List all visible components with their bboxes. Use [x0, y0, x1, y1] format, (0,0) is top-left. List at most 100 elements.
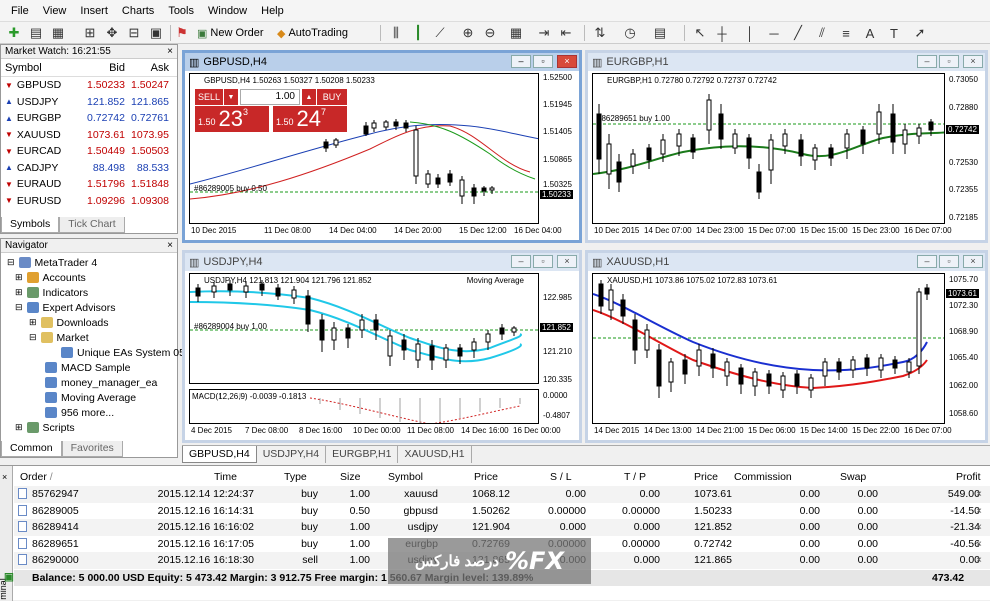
chart-window-gbpusd[interactable]: ▥ GBPUSD,H4 – ▫ × GBPUSD,H4 1.50263 1.50… — [182, 50, 582, 243]
col-tp[interactable]: T / P — [624, 471, 646, 483]
horizontal-line-icon[interactable]: ─ — [764, 24, 784, 42]
col-order[interactable]: Order / — [20, 471, 53, 483]
close-order-icon[interactable]: × — [976, 521, 982, 533]
line-chart-icon[interactable]: ⟋ — [430, 24, 450, 42]
nav-expert-advisors[interactable]: ⊟ Expert Advisors — [15, 300, 116, 315]
sell-price-button[interactable]: 1.50 23 3 — [195, 106, 269, 132]
tab-xauusd[interactable]: XAUUSD,H1 — [398, 446, 472, 463]
nav-accounts[interactable]: ⊞ Accounts — [15, 270, 86, 285]
minimize-icon[interactable]: – — [511, 255, 531, 268]
maximize-icon[interactable]: ▫ — [533, 255, 553, 268]
chart-window-usdjpy[interactable]: ▥ USDJPY,H4 – ▫ × USDJPY,H4 121.813 121.… — [182, 250, 582, 443]
tester-icon[interactable]: ▣ — [146, 24, 166, 42]
arrows-icon[interactable]: ➚ — [910, 24, 930, 42]
tab-eurgbp[interactable]: EURGBP,H1 — [326, 446, 399, 463]
col-time[interactable]: Time — [214, 471, 237, 483]
indicators-icon[interactable]: ⇅ — [590, 24, 610, 42]
autoscroll-icon[interactable]: ⇥ — [534, 24, 554, 42]
chart-shift-icon[interactable]: ⇤ — [556, 24, 576, 42]
chevron-down-icon[interactable]: ▼ — [224, 89, 238, 105]
autotrading-button[interactable]: ◆ AutoTrading — [274, 24, 351, 42]
menu-window[interactable]: Window — [201, 5, 254, 17]
close-order-icon[interactable]: × — [976, 554, 982, 566]
tab-symbols[interactable]: Symbols — [1, 217, 60, 233]
market-watch-row[interactable]: ▼ EURCAD 1.50449 1.50503 — [1, 143, 177, 160]
order-row[interactable]: 86289414 2015.12.16 16:16:02 buy 1.00 usdjpy… — [14, 519, 990, 536]
zoom-in-icon[interactable]: ⊕ — [458, 24, 478, 42]
label-icon[interactable]: T — [884, 24, 904, 42]
tile-windows-icon[interactable]: ▦ — [506, 24, 526, 42]
menu-tools[interactable]: Tools — [161, 5, 201, 17]
history-icon[interactable]: ⚑ — [172, 24, 192, 42]
candlestick-icon[interactable]: ┃ — [408, 24, 428, 42]
close-icon[interactable]: × — [2, 472, 7, 482]
nav-moving-average[interactable]: Moving Average — [45, 390, 136, 405]
nav-indicators[interactable]: ⊞ Indicators — [15, 285, 88, 300]
col-swap[interactable]: Swap — [840, 471, 866, 483]
chevron-up-icon[interactable]: ▲ — [302, 89, 316, 105]
close-icon[interactable]: × — [963, 55, 983, 68]
market-watch-row[interactable]: ▲ USDJPY 121.852 121.865 — [1, 94, 177, 111]
nav-downloads[interactable]: ⊞ Downloads — [29, 315, 109, 330]
templates-icon[interactable]: ▤ — [650, 24, 670, 42]
lot-size-input[interactable]: 1.00 — [240, 89, 300, 105]
col-price[interactable]: Price — [474, 471, 498, 483]
col-size[interactable]: Size — [340, 471, 360, 483]
nav-scripts[interactable]: ⊞ Scripts — [15, 420, 75, 435]
tab-favorites[interactable]: Favorites — [61, 441, 123, 457]
market-watch-row[interactable]: ▲ EURGBP 0.72742 0.72761 — [1, 110, 177, 127]
chart-window-xauusd[interactable]: ▥ XAUUSD,H1 – ▫ × XAUUSD,H1 1073.86 1075… — [585, 250, 988, 443]
col-sl[interactable]: S / L — [550, 471, 572, 483]
menu-charts[interactable]: Charts — [115, 5, 161, 17]
minimize-icon[interactable]: – — [917, 255, 937, 268]
tab-gbpusd[interactable]: GBPUSD,H4 — [182, 446, 257, 463]
buy-button[interactable]: BUY — [317, 89, 347, 105]
price-plot[interactable]: USDJPY,H4 121.813 121.904 121.796 121.85… — [189, 273, 539, 384]
zoom-out-icon[interactable]: ⊖ — [480, 24, 500, 42]
menu-insert[interactable]: Insert — [73, 5, 115, 17]
periods-icon[interactable]: ◷ — [620, 24, 640, 42]
nav-market[interactable]: ⊟ Market — [29, 330, 89, 345]
close-icon[interactable]: × — [167, 239, 173, 253]
price-plot[interactable]: EURGBP,H1 0.72780 0.72792 0.72737 0.7274… — [592, 73, 945, 224]
crosshair-icon[interactable]: ┼ — [712, 24, 732, 42]
terminal-icon[interactable]: ⊟ — [124, 24, 144, 42]
order-row[interactable]: 85762947 2015.12.14 12:24:37 buy 1.00 xauusd… — [14, 486, 990, 503]
new-order-button[interactable]: ▣ New Order — [194, 24, 267, 42]
market-watch-row[interactable]: ▼ EURAUD 1.51796 1.51848 — [1, 176, 177, 193]
market-watch-row[interactable]: ▲ CADJPY 88.498 88.533 — [1, 160, 177, 177]
data-window-icon[interactable]: ⊞ — [80, 24, 100, 42]
tab-common[interactable]: Common — [1, 441, 62, 457]
nav-macd-sample[interactable]: MACD Sample — [45, 360, 130, 375]
market-watch-row[interactable]: ▼ EURUSD 1.09296 1.09308 — [1, 193, 177, 210]
nav-more[interactable]: 956 more... — [45, 405, 114, 420]
col-type[interactable]: Type — [284, 471, 307, 483]
cursor-icon[interactable]: ↖ — [690, 24, 710, 42]
text-icon[interactable]: A — [860, 24, 880, 42]
menu-view[interactable]: View — [36, 5, 74, 17]
minimize-icon[interactable]: – — [511, 55, 531, 68]
nav-unique-eas[interactable]: Unique EAs System 05 — [61, 345, 185, 360]
macd-plot[interactable]: MACD(12,26,9) -0.0039 -0.1813 — [189, 389, 539, 424]
navigator-icon[interactable]: ✥ — [102, 24, 122, 42]
col-current-price[interactable]: Price — [694, 471, 718, 483]
close-order-icon[interactable]: × — [976, 488, 982, 500]
fibonacci-icon[interactable]: ≡ — [836, 24, 856, 42]
price-plot[interactable]: XAUUSD,H1 1073.86 1075.02 1072.83 1073.6… — [592, 273, 945, 424]
buy-price-button[interactable]: 1.50 24 7 — [273, 106, 347, 132]
chart-window-eurgbp[interactable]: ▥ EURGBP,H1 – ▫ × EURGBP,H1 0.72780 0.72… — [585, 50, 988, 243]
maximize-icon[interactable]: ▫ — [533, 55, 553, 68]
menu-help[interactable]: Help — [254, 5, 291, 17]
close-icon[interactable]: × — [557, 55, 577, 68]
menu-file[interactable]: File — [4, 5, 36, 17]
col-symbol[interactable]: Symbol — [388, 471, 423, 483]
tab-usdjpy[interactable]: USDJPY,H4 — [256, 446, 327, 463]
price-plot[interactable]: GBPUSD,H4 1.50263 1.50327 1.50208 1.5023… — [189, 73, 539, 224]
maximize-icon[interactable]: ▫ — [939, 55, 959, 68]
vertical-line-icon[interactable]: │ — [740, 24, 760, 42]
market-watch-row[interactable]: ▼ XAUUSD 1073.61 1073.95 — [1, 127, 177, 144]
market-watch-row[interactable]: ▼ GBPUSD 1.50233 1.50247 — [1, 77, 177, 94]
nav-money-manager[interactable]: money_manager_ea — [45, 375, 157, 390]
sell-button[interactable]: SELL — [195, 89, 223, 105]
new-chart-icon[interactable]: ✚ — [4, 24, 24, 42]
